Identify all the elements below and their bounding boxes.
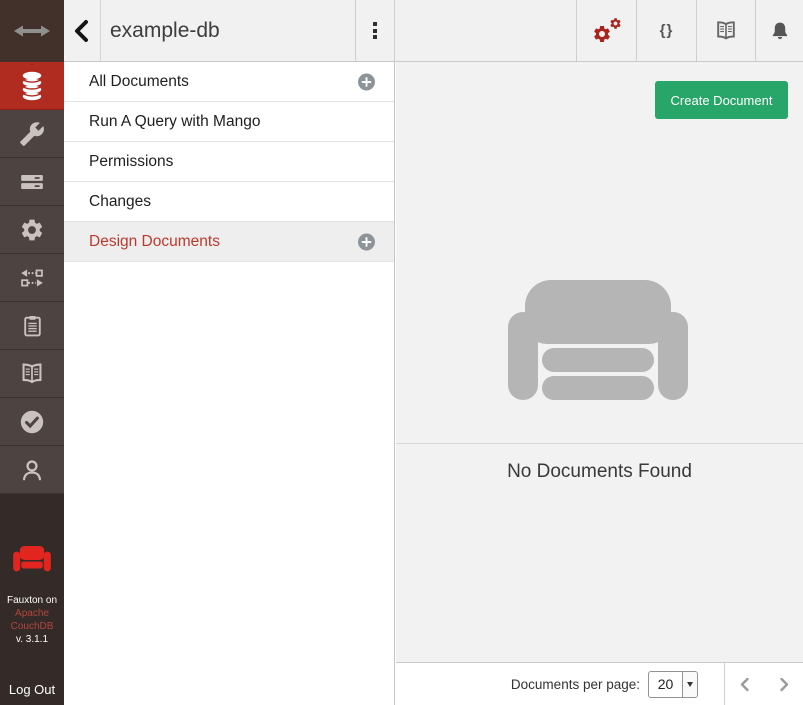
json-link-button[interactable]: {} xyxy=(636,0,696,61)
back-chevron-icon xyxy=(72,19,92,43)
apache-couchdb-link[interactable]: Apache CouchDB xyxy=(0,607,64,633)
kebab-icon xyxy=(373,20,377,42)
primary-sidebar: Fauxton on Apache CouchDB v. 3.1.1 Log O… xyxy=(0,0,64,705)
version-label: v. 3.1.1 xyxy=(0,633,64,646)
add-document-icon[interactable] xyxy=(358,73,375,90)
create-document-button[interactable]: Create Document xyxy=(655,81,788,119)
wrench-icon xyxy=(19,121,45,147)
double-arrow-icon xyxy=(14,24,50,38)
sidebar-item-documentation[interactable] xyxy=(0,350,64,398)
nav-item-changes[interactable]: Changes xyxy=(64,182,394,222)
per-page-select[interactable]: 20 xyxy=(648,671,698,698)
replication-icon xyxy=(18,265,46,291)
per-page-label: Documents per page: xyxy=(511,677,640,692)
empty-couch-icon xyxy=(508,280,688,400)
previous-page-button[interactable] xyxy=(738,677,752,692)
sidebar-item-active-jobs[interactable] xyxy=(0,302,64,350)
empty-state-message: No Documents Found xyxy=(396,461,803,483)
database-nav-panel: All Documents Run A Query with Mango Per… xyxy=(64,62,395,705)
documentation-button[interactable] xyxy=(696,0,755,61)
add-design-doc-icon[interactable] xyxy=(358,233,375,250)
nav-item-mango-query[interactable]: Run A Query with Mango xyxy=(64,102,394,142)
back-button[interactable] xyxy=(64,0,101,61)
sidebar-collapse-button[interactable] xyxy=(0,0,64,62)
fauxton-on-label: Fauxton on xyxy=(0,594,64,607)
notifications-button[interactable] xyxy=(755,0,803,61)
nav-item-design-documents[interactable]: Design Documents xyxy=(64,222,394,262)
chevron-left-icon xyxy=(738,677,752,692)
person-icon xyxy=(19,456,45,484)
sidebar-item-setup[interactable] xyxy=(0,110,64,158)
gears-icon xyxy=(592,17,622,44)
logout-button[interactable]: Log Out xyxy=(0,682,64,697)
fauxton-branding: Fauxton on Apache CouchDB v. 3.1.1 xyxy=(0,545,64,646)
clipboard-icon xyxy=(20,313,45,339)
main-content: Create Document No Documents Found Docum… xyxy=(396,62,803,705)
braces-icon: {} xyxy=(660,22,674,39)
database-icon xyxy=(18,71,46,101)
gear-icon xyxy=(19,217,45,243)
select-dropdown-arrow-icon xyxy=(682,672,697,697)
empty-state-divider xyxy=(396,443,803,444)
check-circle-icon xyxy=(18,408,46,436)
couchdb-logo-icon xyxy=(11,545,53,577)
next-page-button[interactable] xyxy=(777,677,791,692)
pagination-footer: Documents per page: 20 xyxy=(396,662,803,705)
bell-icon xyxy=(769,19,791,43)
sidebar-item-account[interactable] xyxy=(0,446,64,494)
per-page-value: 20 xyxy=(649,672,682,697)
open-book-icon xyxy=(713,19,739,43)
servers-icon xyxy=(19,169,45,195)
database-options-menu-button[interactable] xyxy=(355,0,395,61)
sidebar-item-replication[interactable] xyxy=(0,254,64,302)
nav-item-permissions[interactable]: Permissions xyxy=(64,142,394,182)
sidebar-item-configuration[interactable] xyxy=(0,206,64,254)
page-title: example-db xyxy=(110,0,220,61)
header-bar: example-db {} xyxy=(64,0,803,62)
sidebar-item-databases[interactable] xyxy=(0,62,64,110)
admin-party-button[interactable] xyxy=(576,0,636,61)
nav-item-all-documents[interactable]: All Documents xyxy=(64,62,394,102)
chevron-right-icon xyxy=(777,677,791,692)
sidebar-item-verify[interactable] xyxy=(0,398,64,446)
open-book-icon xyxy=(18,361,46,387)
sidebar-item-active-tasks[interactable] xyxy=(0,158,64,206)
